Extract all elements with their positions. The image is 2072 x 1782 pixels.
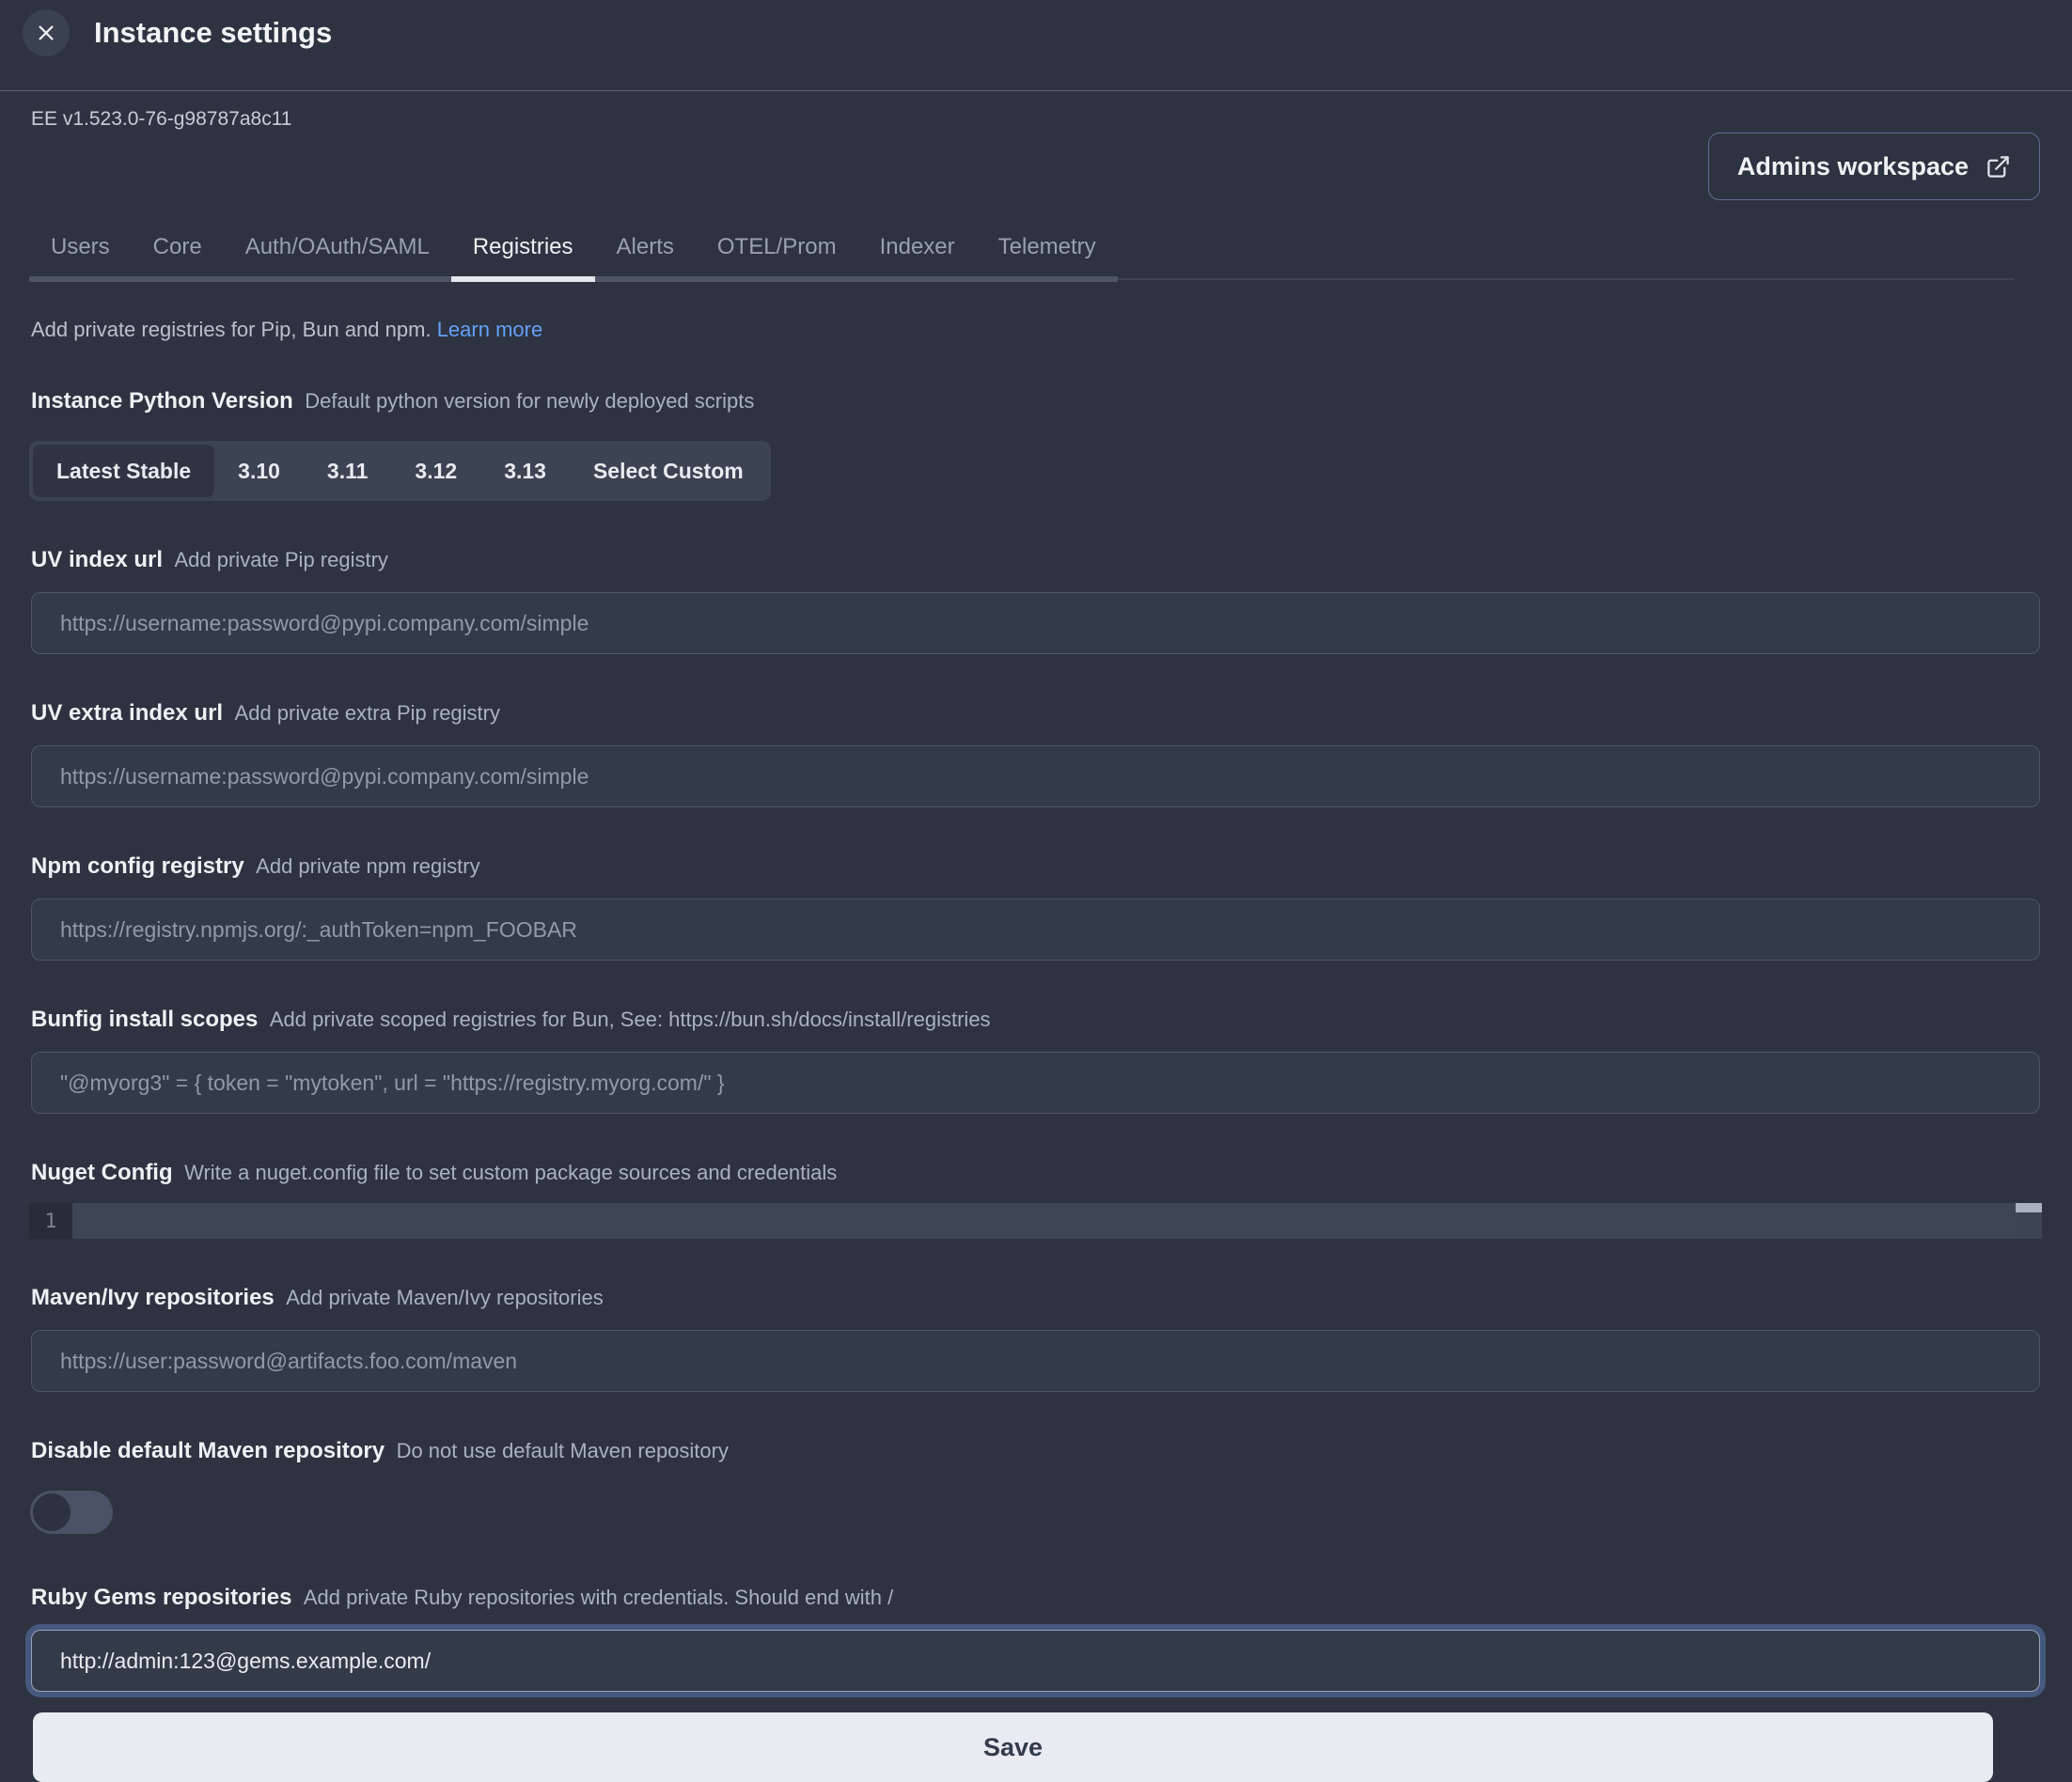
editor-line-number: 1 bbox=[29, 1203, 72, 1239]
tab-alerts[interactable]: Alerts bbox=[595, 221, 696, 282]
admins-workspace-button[interactable]: Admins workspace bbox=[1708, 133, 2040, 200]
python-option-latest-stable[interactable]: Latest Stable bbox=[33, 445, 214, 497]
npm-config-registry-input[interactable] bbox=[31, 899, 2040, 961]
bunfig-install-scopes-label: Bunfig install scopes Add private scoped… bbox=[31, 1006, 2072, 1037]
python-option-3-11[interactable]: 3.11 bbox=[304, 445, 392, 497]
maven-ivy-repositories-input[interactable] bbox=[31, 1330, 2040, 1392]
editor-scrollbar-thumb[interactable] bbox=[2016, 1203, 2042, 1212]
editor-scrollbar[interactable] bbox=[2016, 1203, 2042, 1239]
disable-default-maven-label: Disable default Maven repository Do not … bbox=[31, 1437, 2072, 1468]
intro-text: Add private registries for Pip, Bun and … bbox=[31, 318, 2072, 342]
workspace-button-row: Admins workspace bbox=[0, 133, 2072, 200]
tab-users[interactable]: Users bbox=[29, 221, 132, 282]
uv-extra-index-url-input[interactable] bbox=[31, 745, 2040, 807]
close-button[interactable] bbox=[23, 9, 70, 56]
page-title: Instance settings bbox=[94, 9, 332, 56]
settings-content: Windmill EE v1.523.0-76-g98787a8c11 Admi… bbox=[0, 91, 2072, 1782]
python-option-3-13[interactable]: 3.13 bbox=[480, 445, 570, 497]
save-button[interactable]: Save bbox=[33, 1712, 1993, 1782]
clipped-heading: Windmill bbox=[31, 91, 2072, 100]
nuget-config-editor[interactable]: 1 bbox=[29, 1203, 2042, 1239]
maven-ivy-repositories-label: Maven/Ivy repositories Add private Maven… bbox=[31, 1284, 2072, 1315]
nuget-config-label: Nuget Config Write a nuget.config file t… bbox=[31, 1159, 2072, 1190]
drawer-header: Instance settings bbox=[0, 0, 2072, 91]
tab-auth-oauth-saml[interactable]: Auth/OAuth/SAML bbox=[224, 221, 451, 282]
tabs: Users Core Auth/OAuth/SAML Registries Al… bbox=[29, 221, 1118, 282]
tab-core[interactable]: Core bbox=[132, 221, 224, 282]
version-text: EE v1.523.0-76-g98787a8c11 bbox=[31, 108, 2072, 131]
uv-extra-index-url-label: UV extra index url Add private extra Pip… bbox=[31, 699, 2072, 730]
tab-registries[interactable]: Registries bbox=[451, 221, 595, 282]
tab-bar: Users Core Auth/OAuth/SAML Registries Al… bbox=[29, 221, 2040, 282]
admins-workspace-label: Admins workspace bbox=[1737, 152, 1969, 181]
tab-otel-prom[interactable]: OTEL/Prom bbox=[696, 221, 858, 282]
uv-index-url-label: UV index url Add private Pip registry bbox=[31, 546, 2072, 577]
toggle-knob bbox=[33, 1493, 71, 1531]
python-version-selector: Latest Stable 3.10 3.11 3.12 3.13 Select… bbox=[29, 441, 771, 501]
npm-config-registry-label: Npm config registry Add private npm regi… bbox=[31, 852, 2072, 883]
learn-more-link[interactable]: Learn more bbox=[437, 318, 543, 341]
tab-telemetry[interactable]: Telemetry bbox=[977, 221, 1118, 282]
close-icon bbox=[36, 23, 56, 43]
tab-indexer[interactable]: Indexer bbox=[858, 221, 977, 282]
python-option-select-custom[interactable]: Select Custom bbox=[570, 445, 767, 497]
python-option-3-10[interactable]: 3.10 bbox=[214, 445, 304, 497]
external-link-icon bbox=[1986, 154, 2011, 180]
python-option-3-12[interactable]: 3.12 bbox=[391, 445, 480, 497]
disable-default-maven-toggle[interactable] bbox=[30, 1491, 113, 1534]
python-version-label: Instance Python Version Default python v… bbox=[31, 387, 2072, 418]
uv-index-url-input[interactable] bbox=[31, 592, 2040, 654]
editor-code-line[interactable] bbox=[72, 1203, 2016, 1239]
ruby-gems-repositories-input[interactable] bbox=[31, 1630, 2040, 1692]
bunfig-install-scopes-input[interactable] bbox=[31, 1052, 2040, 1114]
ruby-gems-repositories-label: Ruby Gems repositories Add private Ruby … bbox=[31, 1584, 2072, 1615]
